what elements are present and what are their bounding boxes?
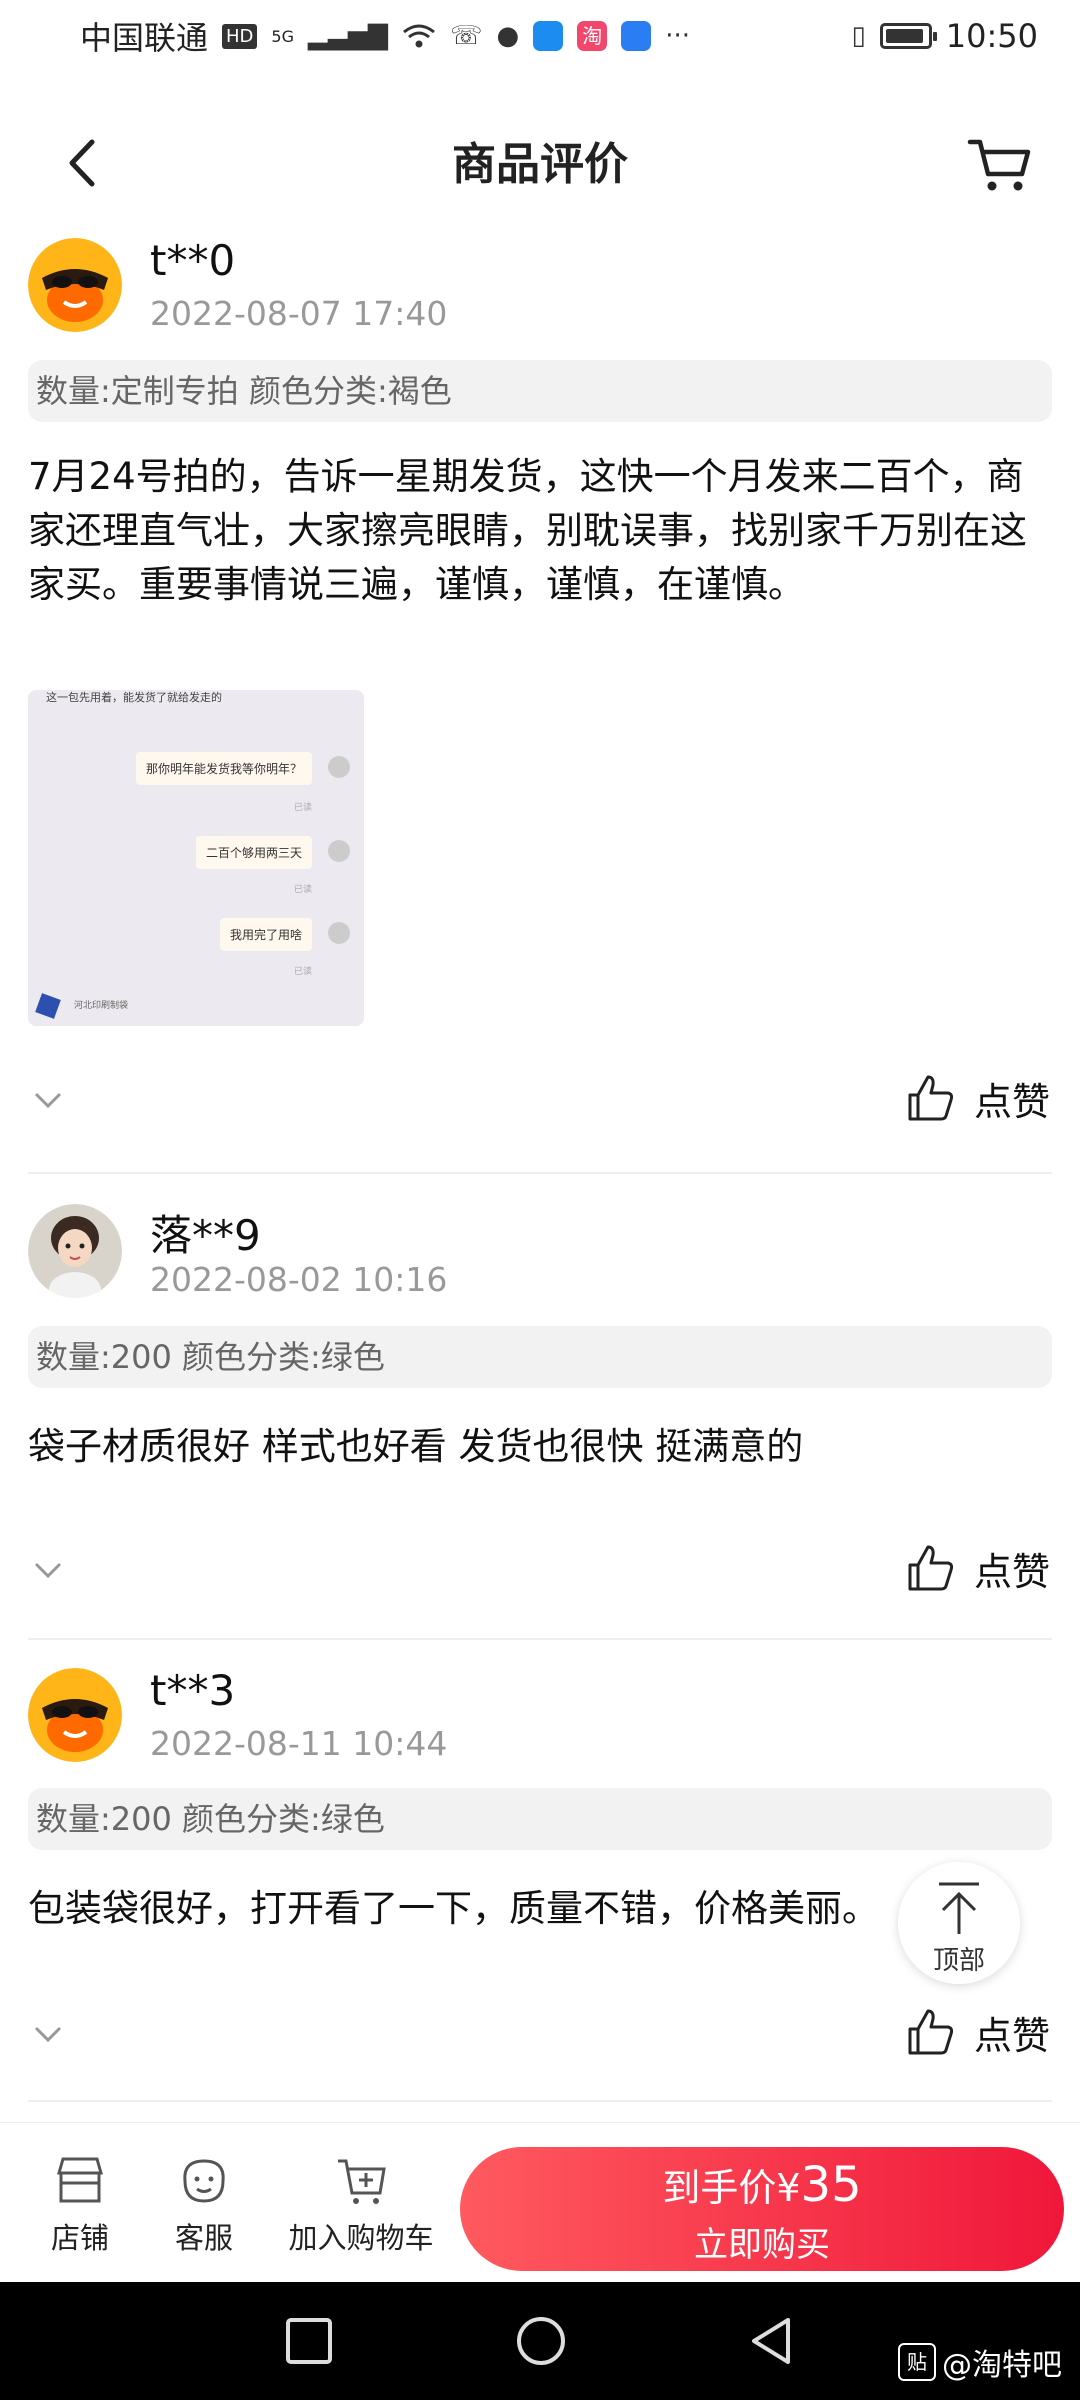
app-icon-blue	[533, 21, 564, 51]
avatar[interactable]	[28, 1668, 122, 1762]
review-content: 7月24号拍的，告诉一星期发货，这快一个月发来二百个，商家还理直气壮，大家擦亮眼…	[28, 455, 1027, 606]
store-label: 店铺	[50, 2221, 109, 2255]
review-image[interactable]: 这一包先用着，能发货了就给发走的 那你明年能发货我等你明年？ 二百个够用两三天 …	[28, 690, 364, 1026]
thumbs-up-icon	[908, 1545, 954, 1591]
divider	[28, 2100, 1052, 2102]
buy-now-button[interactable]: 到手价¥35 立即购买	[460, 2147, 1064, 2271]
carrier-text: 中国联通	[80, 19, 209, 57]
sku-info: 数量:定制专拍 颜色分类:褐色	[28, 360, 1052, 422]
more-icon: ···	[665, 21, 690, 51]
divider	[28, 1172, 1052, 1174]
tieba-logo-icon: 贴	[898, 2343, 936, 2381]
customer-service-button[interactable]: 客服	[164, 2153, 244, 2257]
vibrate-icon: ▯	[851, 21, 866, 51]
like-button[interactable]: 点赞	[906, 1538, 1050, 1598]
recent-apps-icon[interactable]	[278, 2310, 340, 2372]
bulb-app-icon	[621, 21, 652, 51]
username: t**0	[150, 236, 236, 285]
add-cart-label: 加入购物车	[288, 2221, 434, 2255]
arrow-up-icon	[939, 1882, 979, 1934]
avatar[interactable]	[28, 238, 122, 332]
battery-icon	[879, 23, 937, 49]
review-content: 袋子材质很好 样式也好看 发货也很快 挺满意的	[28, 1425, 804, 1468]
user-photo-avatar-icon	[28, 1204, 122, 1298]
thumbs-up-icon	[908, 2009, 954, 2055]
page-title: 商品评价	[452, 139, 628, 190]
back-icon[interactable]	[740, 2310, 802, 2372]
status-bar-right: ▯ 10:50	[851, 17, 1038, 55]
like-button[interactable]: 点赞	[906, 1068, 1050, 1128]
like-button[interactable]: 点赞	[906, 2002, 1050, 2062]
like-label: 点赞	[973, 2013, 1050, 2058]
store-button[interactable]: 店铺	[40, 2153, 120, 2257]
buy-now-label: 立即购买	[694, 2225, 830, 2265]
cart-icon[interactable]	[964, 128, 1036, 200]
service-label: 客服	[174, 2221, 233, 2255]
username: t**3	[150, 1666, 236, 1715]
status-bar: 中国联通 HD 5G ▂▃▅▇ ☏ ● 淘 ··· ▯ 10:50	[0, 0, 1080, 72]
chat-avatar-icon	[328, 922, 350, 944]
read-mark: 已读	[293, 803, 312, 813]
back-to-top-label: 顶部	[932, 1946, 985, 1976]
missed-call-icon: ☏	[449, 21, 483, 51]
username: 落**9	[150, 1211, 261, 1260]
wifi-icon	[403, 24, 435, 48]
watermark: 贴 @淘特吧	[898, 2340, 1062, 2384]
shop-logo-icon	[35, 993, 61, 1019]
default-avatar-icon	[28, 238, 122, 332]
chevron-down-icon[interactable]	[30, 1082, 66, 1118]
thumbs-up-icon	[908, 1075, 954, 1121]
final-price: 到手价¥35	[460, 2157, 1064, 2213]
store-icon	[57, 2157, 103, 2203]
home-icon[interactable]	[510, 2310, 572, 2372]
chevron-down-icon[interactable]	[30, 2016, 66, 2052]
message-icon: ●	[496, 21, 520, 51]
bottom-action-bar: 店铺 客服 加入购物车 到手价¥35 立即购买	[0, 2122, 1080, 2283]
read-mark: 已读	[293, 967, 312, 977]
signal-icon: ▂▃▅▇	[308, 21, 388, 51]
sku-info: 数量:200 颜色分类:绿色	[28, 1788, 1052, 1850]
clock-text: 10:50	[945, 17, 1038, 55]
chat-bubble: 那你明年能发货我等你明年？	[135, 752, 312, 785]
network-text: 5G	[271, 26, 294, 46]
customer-service-icon	[183, 2159, 225, 2203]
review-date: 2022-08-11 10:44	[150, 1724, 448, 1763]
sku-info: 数量:200 颜色分类:绿色	[28, 1326, 1052, 1388]
chat-line: 这一包先用着，能发货了就给发走的	[46, 691, 222, 704]
taobao-app-icon: 淘	[577, 21, 608, 51]
back-to-top-button[interactable]: 顶部	[898, 1862, 1020, 1984]
chat-avatar-icon	[328, 840, 350, 862]
hd-badge: HD	[222, 23, 258, 49]
watermark-text: @淘特吧	[942, 2348, 1062, 2383]
price-prefix: 到手价¥	[662, 2166, 801, 2210]
divider	[28, 1638, 1052, 1640]
read-mark: 已读	[293, 885, 312, 895]
chevron-down-icon[interactable]	[30, 1552, 66, 1588]
review-date: 2022-08-07 17:40	[150, 294, 448, 333]
avatar[interactable]	[28, 1204, 122, 1298]
status-bar-left: 中国联通 HD 5G ▂▃▅▇ ☏ ● 淘 ···	[80, 13, 690, 59]
price-value: 35	[800, 2157, 862, 2213]
add-cart-icon	[338, 2159, 386, 2204]
like-label: 点赞	[973, 1549, 1050, 1594]
default-avatar-icon	[28, 1668, 122, 1762]
top-nav-bar: 商品评价	[0, 100, 1080, 220]
chat-bubble: 二百个够用两三天	[195, 836, 312, 869]
chat-bubble: 我用完了用啥	[219, 918, 312, 951]
review-date: 2022-08-02 10:16	[150, 1260, 448, 1299]
add-to-cart-button[interactable]: 加入购物车	[286, 2153, 436, 2257]
image-footer-text: 河北印刷制袋	[74, 1001, 129, 1011]
like-label: 点赞	[973, 1079, 1050, 1124]
chat-avatar-icon	[328, 756, 350, 778]
